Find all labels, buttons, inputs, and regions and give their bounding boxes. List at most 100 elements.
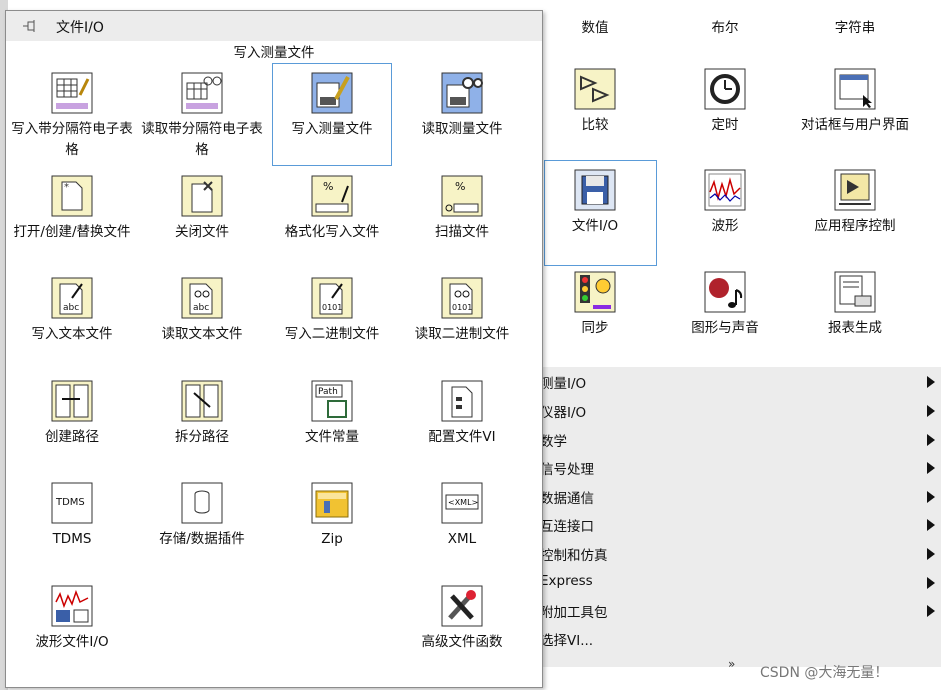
menu-item-label: 测量I/O: [540, 376, 587, 392]
item-label: XML: [447, 531, 477, 547]
item-config-file-vi[interactable]: 配置文件VI: [398, 379, 526, 448]
write-text-file-icon: abc: [50, 276, 94, 320]
category-menu: 测量I/O 仪器I/O 数学 信号处理 数据通信 互连接口 控制和仿真 Expr…: [540, 367, 941, 667]
format-into-file-icon: %: [310, 174, 354, 218]
palette-numeric[interactable]: 数值: [530, 14, 660, 38]
svg-text:*: *: [64, 182, 69, 193]
menu-item-measurement-io[interactable]: 测量I/O: [540, 367, 941, 396]
menu-item-label: Express: [540, 573, 593, 589]
menu-item-label: 互连接口: [540, 519, 594, 535]
advanced-file-functions-icon: [440, 584, 484, 628]
palette-file-io-label: 文件I/O: [571, 218, 619, 234]
item-format-into-file[interactable]: % 格式化写入文件: [268, 174, 396, 243]
open-create-replace-file-icon: *: [50, 174, 94, 218]
menu-item-data-communication[interactable]: 数据通信: [540, 482, 941, 511]
svg-text:<XML>: <XML>: [448, 498, 478, 507]
palette-graphics-sound[interactable]: 图形与声音: [660, 270, 790, 338]
item-write-text-file[interactable]: abc 写入文本文件: [8, 276, 136, 345]
menu-item-instrument-io[interactable]: 仪器I/O: [540, 396, 941, 425]
expand-chevron-icon[interactable]: »: [728, 657, 735, 671]
dialog-window-icon: [833, 67, 877, 111]
palette-report-generation[interactable]: 报表生成: [790, 270, 920, 338]
palette-waveform[interactable]: 波形: [660, 168, 790, 236]
subpalette-title: 文件I/O: [56, 20, 104, 36]
waveform-file-io-icon: [50, 584, 94, 628]
item-tdms[interactable]: TDMS TDMS: [8, 481, 136, 550]
submenu-arrow-icon: [927, 405, 935, 417]
build-path-icon: [50, 379, 94, 423]
subpalette-titlebar[interactable]: 文件I/O: [6, 11, 542, 41]
read-measurement-file-icon: [440, 71, 484, 115]
item-build-path[interactable]: 创建路径: [8, 379, 136, 448]
submenu-arrow-icon: [927, 577, 935, 589]
item-read-binary-file[interactable]: 0101 读取二进制文件: [398, 276, 526, 345]
palette-synchronization[interactable]: 同步: [530, 270, 660, 338]
strip-path-icon: [180, 379, 224, 423]
xml-icon: <XML>: [440, 481, 484, 525]
application-control-icon: [833, 168, 877, 212]
menu-item-label: 控制和仿真: [540, 548, 608, 564]
spreadsheet-read-icon: [180, 71, 224, 115]
menu-item-label: 信号处理: [540, 462, 594, 478]
item-label: 格式化写入文件: [284, 224, 380, 240]
palette-synchronization-label: 同步: [581, 320, 609, 336]
menu-item-express[interactable]: Express: [540, 568, 941, 597]
menu-item-mathematics[interactable]: 数学: [540, 425, 941, 454]
item-open-create-replace-file[interactable]: * 打开/创建/替换文件: [8, 174, 136, 243]
read-binary-file-icon: 0101: [440, 276, 484, 320]
item-label: 扫描文件: [435, 224, 489, 240]
svg-text:%: %: [323, 180, 333, 193]
comparison-icon: [573, 67, 617, 111]
item-write-binary-file[interactable]: 0101 写入二进制文件: [268, 276, 396, 345]
traffic-light-icon: [573, 270, 617, 314]
item-read-delimited-spreadsheet[interactable]: 读取带分隔符电子表格: [138, 71, 266, 161]
hover-tooltip-label: 写入测量文件: [233, 45, 315, 61]
palette-report-generation-label: 报表生成: [828, 320, 882, 336]
item-advanced-file-functions[interactable]: 高级文件函数: [398, 584, 526, 653]
menu-item-select-vi[interactable]: 选择VI...: [540, 624, 941, 653]
item-label: Zip: [321, 531, 343, 547]
menu-item-connectivity[interactable]: 互连接口: [540, 510, 941, 539]
item-storage-dataplugin[interactable]: 存储/数据插件: [138, 481, 266, 550]
item-write-measurement-file[interactable]: 写入测量文件: [268, 71, 396, 140]
palette-comparison[interactable]: 比较: [530, 67, 660, 135]
item-label: 波形文件I/O: [35, 634, 109, 650]
submenu-arrow-icon: [927, 548, 935, 560]
menu-item-signal-processing[interactable]: 信号处理: [540, 453, 941, 482]
item-label: 读取二进制文件: [414, 326, 510, 342]
item-scan-from-file[interactable]: % 扫描文件: [398, 174, 526, 243]
close-file-icon: [180, 174, 224, 218]
svg-text:Path: Path: [318, 387, 338, 397]
item-close-file[interactable]: 关闭文件: [138, 174, 266, 243]
palette-string-label: 字符串: [834, 20, 876, 36]
config-file-vi-icon: [440, 379, 484, 423]
palette-app-control-label: 应用程序控制: [814, 218, 896, 234]
menu-item-addons[interactable]: 附加工具包: [540, 596, 941, 625]
svg-text:abc: abc: [63, 303, 79, 313]
svg-text:0101: 0101: [322, 303, 342, 312]
palette-boolean[interactable]: 布尔: [660, 14, 790, 38]
item-xml[interactable]: <XML> XML: [398, 481, 526, 550]
palette-file-io[interactable]: 文件I/O: [530, 168, 660, 236]
menu-item-control-simulation[interactable]: 控制和仿真: [540, 539, 941, 568]
submenu-arrow-icon: [927, 491, 935, 503]
menu-item-label: 仪器I/O: [540, 405, 587, 421]
graphics-sound-icon: [703, 270, 747, 314]
item-read-measurement-file[interactable]: 读取测量文件: [398, 71, 526, 140]
palette-comparison-label: 比较: [581, 117, 609, 133]
item-label: 读取测量文件: [421, 121, 503, 137]
palette-string[interactable]: 字符串: [790, 14, 920, 38]
pin-icon[interactable]: [22, 18, 38, 34]
item-label: 写入二进制文件: [284, 326, 380, 342]
palette-dialog-ui[interactable]: 对话框与用户界面: [790, 67, 920, 135]
item-write-delimited-spreadsheet[interactable]: 写入带分隔符电子表格: [8, 71, 136, 161]
palette-app-control[interactable]: 应用程序控制: [790, 168, 920, 236]
item-file-constants[interactable]: Path 文件常量: [268, 379, 396, 448]
item-label: 文件常量: [305, 429, 359, 445]
item-read-text-file[interactable]: abc 读取文本文件: [138, 276, 266, 345]
item-zip[interactable]: Zip: [268, 481, 396, 550]
palette-timing[interactable]: 定时: [660, 67, 790, 135]
item-strip-path[interactable]: 拆分路径: [138, 379, 266, 448]
item-waveform-file-io[interactable]: 波形文件I/O: [8, 584, 136, 653]
scan-from-file-icon: %: [440, 174, 484, 218]
